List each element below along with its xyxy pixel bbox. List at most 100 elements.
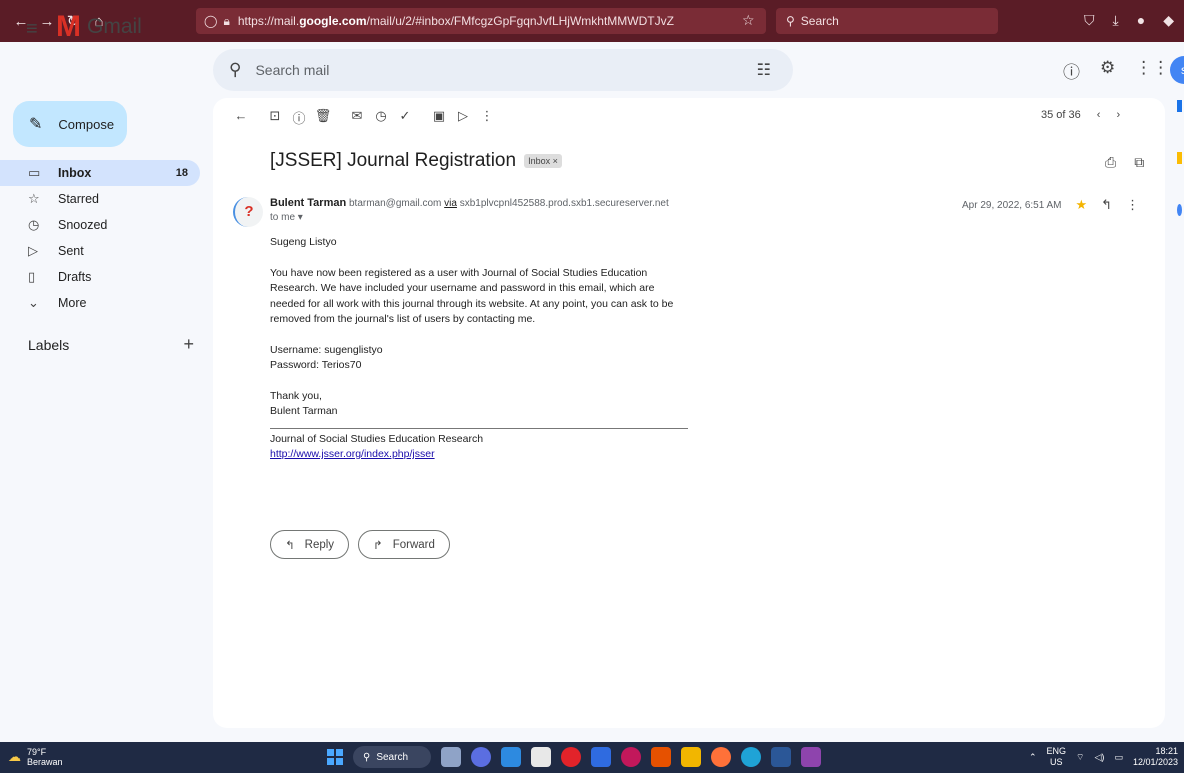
language-indicator[interactable]: ENG US xyxy=(1047,746,1067,768)
credentials: Username: sugenglistyo Password: Terios7… xyxy=(270,343,383,372)
subject-row: [JSSER] Journal Registration Inbox × xyxy=(270,150,562,172)
shield-icon: ◯ xyxy=(204,14,218,28)
add-label-icon[interactable]: + xyxy=(183,335,194,353)
mail-search-input[interactable]: ⚲ Search mail ☷ xyxy=(213,49,793,91)
app-icon[interactable] xyxy=(501,747,521,767)
sidebar-item-sent[interactable]: ▷ Sent xyxy=(0,238,200,264)
main-menu-icon[interactable]: ≡ xyxy=(26,18,38,41)
labels-header: Labels + xyxy=(28,334,194,354)
sender-avatar-question-icon: ? xyxy=(233,197,263,227)
more-vert-icon[interactable]: ⋮ xyxy=(475,108,499,127)
pocket-icon[interactable]: ⛉ xyxy=(1084,12,1095,29)
sender-email: btarman@gmail.com xyxy=(348,198,442,209)
battery-icon[interactable]: ▭ xyxy=(1114,752,1123,763)
sidebar-item-inbox[interactable]: ▭ Inbox 18 xyxy=(0,160,200,186)
print-icon[interactable]: ⎙ xyxy=(1105,154,1116,171)
reply-button[interactable]: ↰ Reply xyxy=(270,530,350,559)
help-icon[interactable]: ⓘ xyxy=(1063,58,1080,83)
menu-icon[interactable]: ◆ xyxy=(1163,12,1174,29)
wifi-icon[interactable]: ⌔ xyxy=(1076,752,1084,763)
subject-actions: ⎙ ⧉ xyxy=(1105,154,1144,171)
task-view-icon[interactable] xyxy=(441,747,461,767)
open-new-window-icon[interactable]: ⧉ xyxy=(1134,154,1144,171)
app-icon[interactable] xyxy=(621,747,641,767)
clock[interactable]: 18:21 12/01/2023 xyxy=(1133,746,1178,768)
inbox-icon: ▭ xyxy=(28,165,41,180)
system-tray: ⌃ ENG US ⌔ ◁) ▭ 18:21 12/01/2023 xyxy=(1029,746,1178,768)
signoff: Thank you, Bulent Tarman xyxy=(270,389,338,418)
add-task-icon[interactable]: ✓ xyxy=(393,108,417,127)
tasks-icon[interactable] xyxy=(1177,204,1182,216)
file-icon[interactable] xyxy=(531,747,551,767)
inbox-label-chip[interactable]: Inbox × xyxy=(524,154,562,168)
gear-icon[interactable]: ⚙ xyxy=(1100,58,1115,83)
calendar-icon[interactable] xyxy=(1177,100,1182,112)
mark-unread-icon[interactable]: ✉︎ xyxy=(345,108,369,127)
send-icon: ▷ xyxy=(28,243,38,258)
move-to-icon[interactable]: ▣ xyxy=(427,108,451,127)
pager-count: 35 of 36 xyxy=(1041,109,1081,121)
older-chevron-icon[interactable]: ‹ xyxy=(1097,109,1101,121)
journal-link[interactable]: http://www.jsser.org/index.php/jsser xyxy=(270,448,435,460)
compose-button[interactable]: ✎ Compose xyxy=(13,101,127,147)
sidebar-item-snoozed[interactable]: ◷ Snoozed xyxy=(0,212,200,238)
file-explorer-icon[interactable] xyxy=(681,747,701,767)
taskbar-apps: ⚲ Search xyxy=(327,746,821,768)
sidebar-item-starred[interactable]: ☆ Starred xyxy=(0,186,200,212)
search-options-icon[interactable]: ☷ xyxy=(757,60,771,80)
greeting: Sugeng Listyo xyxy=(270,236,337,248)
taskbar-search[interactable]: ⚲ Search xyxy=(353,746,431,768)
windows-start-icon[interactable] xyxy=(327,749,343,765)
sender-line: Bulent Tarman btarman@gmail.com via sxb1… xyxy=(270,197,669,209)
search-icon: ⚲ xyxy=(229,60,242,79)
keep-icon[interactable] xyxy=(1177,152,1182,164)
meet-icon[interactable] xyxy=(471,747,491,767)
recipient-toggle[interactable]: to me ▾ xyxy=(270,212,303,223)
report-spam-icon[interactable]: ⓘ xyxy=(287,108,311,127)
download-icon[interactable]: ⤓ xyxy=(1113,12,1119,29)
star-icon[interactable]: ★ xyxy=(1076,197,1088,213)
account-avatar[interactable]: s xyxy=(1170,56,1184,84)
windows-taskbar: ☁ 79°F Berawan ⚲ Search ⌃ ENG US ⌔ ◁) ▭ … xyxy=(0,742,1184,773)
address-bar[interactable]: ◯ 🔒︎ https://mail.google.com/mail/u/2/#i… xyxy=(196,8,766,34)
reply-icon[interactable]: ↰ xyxy=(1101,197,1112,213)
trash-icon[interactable]: 🗑︎ xyxy=(311,108,335,127)
back-to-inbox-icon[interactable]: ← xyxy=(229,108,253,127)
newer-chevron-icon[interactable]: › xyxy=(1116,109,1120,121)
sidebar-nav: ▭ Inbox 18 ☆ Starred ◷ Snoozed ▷ Sent ▯ … xyxy=(0,160,200,316)
browser-search-box[interactable]: ⚲ Search xyxy=(776,8,998,34)
sidebar-item-drafts[interactable]: ▯ Drafts xyxy=(0,264,200,290)
extension-icon[interactable]: ● xyxy=(1137,12,1145,29)
header-actions: ⓘ ⚙ ⋮⋮ xyxy=(1063,58,1169,83)
email-body: Sugeng Listyo You have now been register… xyxy=(270,235,690,463)
url-text: https://mail.google.com/mail/u/2/#inbox/… xyxy=(237,14,674,28)
more-vert-icon[interactable]: ⋮ xyxy=(1126,197,1139,213)
office-icon[interactable] xyxy=(651,747,671,767)
unread-count: 18 xyxy=(175,167,188,179)
weather-widget[interactable]: ☁ 79°F Berawan xyxy=(8,747,63,767)
firefox-icon[interactable] xyxy=(711,747,731,767)
label-icon[interactable]: ▷ xyxy=(451,108,475,127)
volume-icon[interactable]: ◁) xyxy=(1095,752,1105,763)
star-icon: ☆ xyxy=(28,191,40,206)
partly-cloudy-icon: ☁ xyxy=(8,749,21,764)
archive-icon[interactable]: ⊡ xyxy=(263,108,287,127)
app-icon[interactable] xyxy=(591,747,611,767)
sidebar-item-more[interactable]: ⌄ More xyxy=(0,290,200,316)
winrar-icon[interactable] xyxy=(801,747,821,767)
via-link[interactable]: via xyxy=(444,198,457,209)
chevron-up-icon[interactable]: ⌃ xyxy=(1029,752,1037,763)
via-host: sxb1plvcpnl452588.prod.sxb1.secureserver… xyxy=(459,198,669,209)
gmail-logo[interactable]: M Gmail xyxy=(56,12,142,42)
body-paragraph: You have now been registered as a user w… xyxy=(270,266,674,326)
word-icon[interactable] xyxy=(771,747,791,767)
opera-icon[interactable] xyxy=(561,747,581,767)
edge-icon[interactable] xyxy=(741,747,761,767)
apps-grid-icon[interactable]: ⋮⋮ xyxy=(1135,58,1169,83)
pager: 35 of 36 ‹ › xyxy=(1041,109,1120,121)
forward-button[interactable]: ↱ Forward xyxy=(358,530,450,559)
snooze-icon[interactable]: ◷ xyxy=(369,108,393,127)
sender-name: Bulent Tarman xyxy=(270,197,347,209)
bookmark-star-icon[interactable]: ☆ xyxy=(742,12,755,29)
reply-actions: ↰ Reply ↱ Forward xyxy=(270,530,450,559)
